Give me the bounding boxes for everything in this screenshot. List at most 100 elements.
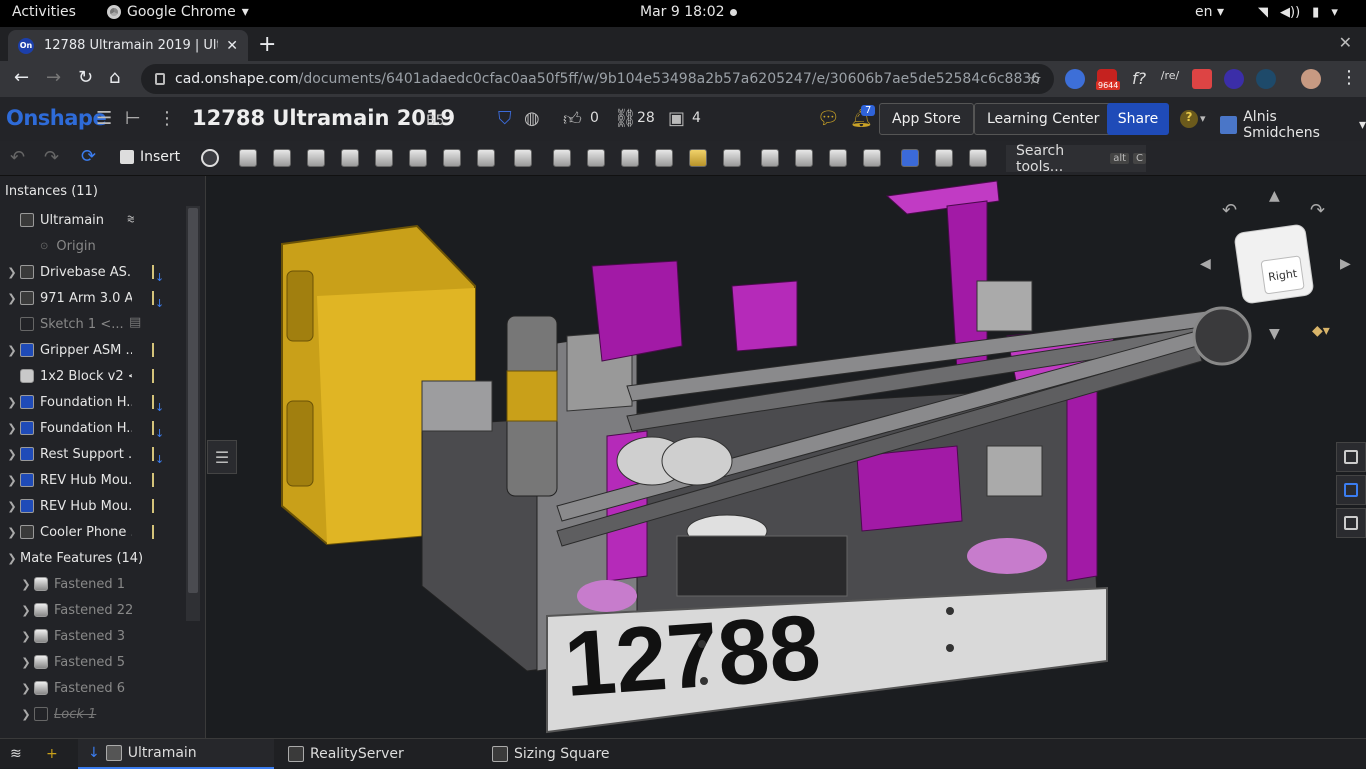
chevron-right-icon[interactable]: ❯ [18, 578, 34, 591]
fastened-mate-icon[interactable] [239, 149, 257, 167]
activities-button[interactable]: Activities [12, 4, 76, 20]
view-cube-right-face[interactable]: Right [1260, 255, 1305, 295]
chevron-right-icon[interactable]: ❯ [4, 292, 20, 305]
chevron-right-icon[interactable]: ❯ [18, 630, 34, 643]
measure-icon[interactable] [901, 149, 919, 167]
list-filter-icon[interactable]: ⋮ [158, 108, 176, 129]
ball-mate-icon[interactable] [443, 149, 461, 167]
chevron-right-icon[interactable]: ❯ [4, 396, 20, 409]
mate-features-header[interactable]: ❯ Mate Features (14) [0, 545, 185, 571]
parallel-mate-icon[interactable] [477, 149, 495, 167]
feature-tree-icon[interactable]: ⊢ [125, 108, 141, 129]
chevron-down-icon[interactable]: ❯ [4, 552, 20, 565]
window-close-icon[interactable]: ✕ [1339, 33, 1352, 52]
chrome-menu-icon[interactable]: ⋮ [1340, 67, 1358, 88]
help-chevron-icon[interactable]: ▾ [1200, 112, 1206, 125]
workspace-label[interactable]: B5 [426, 113, 445, 129]
gear-relation-icon[interactable] [655, 149, 673, 167]
list-item[interactable]: ❯ Lock 1 [0, 701, 185, 727]
rotate-down-arrow-icon[interactable]: ▼ [1269, 326, 1280, 342]
list-item[interactable]: ❯ Drivebase AS... ↓ [0, 259, 185, 285]
versions-icon[interactable]: ⛉ [498, 108, 512, 129]
replicate-icon[interactable] [201, 149, 219, 167]
appearance-panel-button[interactable] [1336, 475, 1366, 505]
chevron-right-icon[interactable]: ❯ [4, 448, 20, 461]
list-item[interactable]: ❯ Rest Support ... ↓ [0, 441, 185, 467]
list-item[interactable]: ❯ Foundation H... ↓ [0, 415, 185, 441]
list-item[interactable]: ❯ REV Hub Mou... [0, 467, 185, 493]
clipboard-icon[interactable]: ▣ [668, 108, 685, 129]
chevron-right-icon[interactable]: ❯ [4, 266, 20, 279]
learning-center-button[interactable]: Learning Center [974, 103, 1113, 135]
list-item[interactable]: ❯ Fastened 3 [0, 623, 185, 649]
list-item[interactable]: Ultramain ⩬ [0, 207, 185, 233]
list-item[interactable]: Sketch 1 <... ▤ [0, 311, 185, 337]
chevron-right-icon[interactable]: ❯ [4, 474, 20, 487]
chevron-right-icon[interactable]: ❯ [4, 526, 20, 539]
close-icon[interactable]: ✕ [226, 38, 238, 54]
chevron-right-icon[interactable]: ❯ [18, 708, 34, 721]
view-cube[interactable]: Right [1233, 223, 1315, 305]
screw-icon[interactable] [863, 149, 881, 167]
chevron-right-icon[interactable]: ❯ [18, 656, 34, 669]
tab-ultramain[interactable]: ↓ Ultramain [78, 739, 274, 769]
clock[interactable]: Mar 9 18:02 [640, 4, 737, 20]
tab-manager-icon[interactable]: ≋ [0, 739, 22, 769]
list-filter-icon[interactable]: ⩬ [127, 212, 135, 227]
list-item[interactable]: 1x2 Block v2 <... [0, 363, 185, 389]
slider-mate-icon[interactable] [307, 149, 325, 167]
document-title[interactable]: 12788 Ultramain 2019 [192, 106, 455, 130]
view-options-icon[interactable]: ◆▾ [1312, 323, 1330, 339]
system-tray[interactable]: ◥ ◀)) ▮ ▾ [1258, 5, 1338, 20]
undo-icon[interactable]: ↶ [10, 147, 25, 168]
app-menu[interactable]: Google Chrome ▾ [107, 4, 249, 20]
chevron-right-icon[interactable]: ❯ [4, 344, 20, 357]
tab-realityserver[interactable]: RealityServer [278, 739, 478, 769]
formula-extension-icon[interactable]: f? [1129, 69, 1149, 89]
reload-icon[interactable]: ↻ [78, 67, 93, 88]
revolute-mate-icon[interactable] [273, 149, 291, 167]
language-indicator[interactable]: en ▾ [1195, 4, 1224, 20]
panel-toggle-button[interactable]: ☰ [207, 440, 237, 474]
user-menu[interactable]: Alnis Smidchens ▾ [1220, 109, 1366, 141]
list-item[interactable]: ❯ Fastened 6 [0, 675, 185, 701]
help-icon[interactable]: ? [1180, 110, 1198, 128]
home-icon[interactable]: ⌂ [109, 67, 120, 88]
tangent-mate-icon[interactable] [514, 149, 532, 167]
public-globe-icon[interactable]: ◍ [524, 108, 540, 129]
insert-button[interactable]: Insert [120, 149, 180, 165]
list-item[interactable]: ⊙ Origin [0, 233, 185, 259]
roll-left-arrow-icon[interactable]: ↶ [1222, 200, 1237, 221]
graphics-viewport[interactable]: 12788 [207, 176, 1366, 738]
group-icon[interactable] [587, 149, 605, 167]
pin-slot-mate-icon[interactable] [409, 149, 427, 167]
new-tab-button[interactable]: + [258, 32, 276, 57]
back-icon[interactable]: ← [14, 67, 29, 88]
list-item[interactable]: ❯ 971 Arm 3.0 A... ↓ [0, 285, 185, 311]
rotate-up-arrow-icon[interactable]: ▲ [1269, 188, 1280, 204]
gear-icon[interactable] [795, 149, 813, 167]
robot-model-render[interactable]: 12788 [207, 176, 1366, 738]
list-item[interactable]: ❯ Foundation H... ↓ [0, 389, 185, 415]
owl-extension-icon[interactable] [1256, 69, 1276, 89]
profile-avatar[interactable] [1301, 69, 1321, 89]
regenerate-icon[interactable]: ⟳ [81, 146, 96, 167]
properties-panel-button[interactable] [1336, 442, 1366, 472]
bookmark-star-icon[interactable]: ☆ [1028, 69, 1042, 88]
list-item[interactable]: ❯ REV Hub Mou... [0, 493, 185, 519]
onshape-logo[interactable]: Onshape [6, 106, 107, 130]
explode-icon[interactable] [761, 149, 779, 167]
list-item[interactable]: ❯ Fastened 22 [0, 597, 185, 623]
roll-right-arrow-icon[interactable]: ↷ [1310, 200, 1325, 221]
rack-icon[interactable] [829, 149, 847, 167]
chevron-right-icon[interactable]: ❯ [4, 500, 20, 513]
mate-connector-icon[interactable] [553, 149, 571, 167]
like-icon[interactable]: 👍︎ [563, 108, 582, 130]
chevron-right-icon[interactable]: ❯ [18, 682, 34, 695]
properties-icon[interactable] [935, 149, 953, 167]
list-item[interactable]: ❯ Fastened 1 [0, 571, 185, 597]
linear-pattern-icon[interactable] [689, 149, 707, 167]
tab-sizing-square[interactable]: Sizing Square [482, 739, 678, 769]
comments-icon[interactable]: 💬︎ [817, 108, 840, 129]
mate-panel-button[interactable] [1336, 508, 1366, 538]
